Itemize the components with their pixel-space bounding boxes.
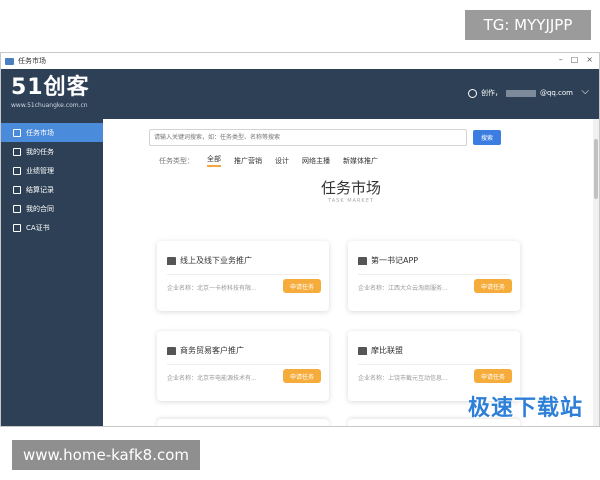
filter-tab-design[interactable]: 设计 — [275, 156, 289, 166]
task-title: 线上及线下业务推广 — [180, 256, 252, 265]
scroll-thumb[interactable] — [594, 139, 598, 199]
filter-tab-new-media[interactable]: 新媒体推广 — [343, 156, 378, 166]
shop-icon — [167, 346, 176, 355]
performance-icon — [13, 166, 21, 175]
user-prefix: 创作， — [480, 89, 502, 97]
window-titlebar: 任务市场 – □ × — [1, 53, 599, 69]
sidebar-item-label: CA证书 — [26, 223, 50, 232]
logo-url: www.51chuangke.com.cn — [11, 102, 88, 109]
sidebar-item-label: 结算记录 — [26, 185, 54, 194]
watermark-tg: TG: MYYJJPP — [465, 10, 591, 40]
app-window: 任务市场 – □ × 51创客 www.51chuangke.com.cn 创作… — [0, 52, 600, 427]
app-icon — [5, 57, 14, 65]
task-company: 企业名称：江西大众云淘商服务... — [358, 285, 448, 292]
sidebar-item-label: 我的合同 — [26, 204, 54, 213]
task-card[interactable]: 线上及线下业务推广 企业名称：北京一卡桥科技有限... 申请任务 — [157, 241, 329, 311]
sidebar-item-label: 我的任务 — [26, 147, 54, 156]
watermark-url: www.home-kafk8.com — [12, 440, 200, 470]
sidebar: 任务市场 我的任务 业绩管理 结算记录 我的合同 CA证书 — [1, 119, 103, 426]
search-button[interactable]: 搜索 — [473, 130, 501, 145]
sidebar-item-contract[interactable]: 我的合同 — [1, 199, 103, 218]
shop-icon — [167, 256, 176, 265]
page-subtitle: TASK MARKET — [328, 198, 374, 204]
task-card[interactable]: 商务贸易客户推广 企业名称：北京市电能源技术有... 申请任务 — [157, 331, 329, 401]
task-title: 第一书记APP — [371, 256, 419, 265]
maximize-button[interactable]: □ — [571, 55, 579, 64]
search-input[interactable] — [149, 129, 467, 146]
filter-tab-marketing[interactable]: 推广营销 — [234, 156, 262, 166]
sidebar-item-performance[interactable]: 业绩管理 — [1, 161, 103, 180]
watermark-site: 极速下载站 — [468, 396, 584, 421]
sidebar-item-my-tasks[interactable]: 我的任务 — [1, 142, 103, 161]
task-title: 摩比联盟 — [371, 346, 403, 355]
scrollbar[interactable] — [593, 119, 599, 426]
task-title: 商务贸易客户推广 — [180, 346, 244, 355]
contract-icon — [13, 204, 21, 213]
filter-tab-all[interactable]: 全部 — [207, 154, 221, 167]
sidebar-item-certificate[interactable]: CA证书 — [1, 218, 103, 237]
task-company: 企业名称：北京一卡桥科技有限... — [167, 285, 257, 292]
shop-icon — [358, 256, 367, 265]
apply-task-button[interactable]: 申请任务 — [283, 279, 321, 293]
user-suffix: @qq.com — [539, 89, 573, 97]
user-icon — [467, 88, 477, 98]
main-content: 搜索 任务类型： 全部 推广营销 设计 网络主播 新媒体推广 任务市场 TASK… — [103, 119, 599, 426]
sidebar-item-label: 任务市场 — [26, 128, 54, 137]
market-icon — [13, 128, 21, 137]
sidebar-item-settlement[interactable]: 结算记录 — [1, 180, 103, 199]
certificate-icon — [13, 223, 21, 232]
screenshot: 任务市场 – □ × 51创客 www.51chuangke.com.cn 创作… — [0, 0, 600, 480]
user-menu[interactable]: 创作， @qq.com — [467, 88, 573, 98]
close-button[interactable]: × — [586, 55, 593, 64]
filter-bar: 任务类型： 全部 推广营销 设计 网络主播 新媒体推广 — [159, 154, 378, 167]
task-card-partial[interactable] — [157, 419, 329, 426]
masked-email — [505, 89, 536, 97]
tasks-icon — [13, 147, 21, 156]
page-title: 任务市场 — [320, 179, 381, 197]
sidebar-item-market[interactable]: 任务市场 — [1, 123, 103, 142]
shop-icon — [358, 346, 367, 355]
minimize-button[interactable]: – — [559, 55, 563, 64]
window-title: 任务市场 — [18, 57, 46, 65]
task-company: 企业名称：上饶市截元互动信息... — [358, 375, 448, 382]
app-header: 51创客 www.51chuangke.com.cn 创作， @qq.com ⌵ — [1, 69, 599, 119]
chevron-down-icon[interactable]: ⌵ — [581, 86, 589, 97]
apply-task-button[interactable]: 申请任务 — [283, 369, 321, 383]
filter-tab-streamer[interactable]: 网络主播 — [302, 156, 330, 166]
apply-task-button[interactable]: 申请任务 — [474, 279, 512, 293]
logo: 51创客 — [11, 75, 90, 100]
settlement-icon — [13, 185, 21, 194]
filter-label: 任务类型： — [159, 156, 194, 165]
sidebar-item-label: 业绩管理 — [26, 166, 54, 175]
task-company: 企业名称：北京市电能源技术有... — [167, 375, 257, 382]
apply-task-button[interactable]: 申请任务 — [474, 369, 512, 383]
task-card[interactable]: 第一书记APP 企业名称：江西大众云淘商服务... 申请任务 — [348, 241, 520, 311]
